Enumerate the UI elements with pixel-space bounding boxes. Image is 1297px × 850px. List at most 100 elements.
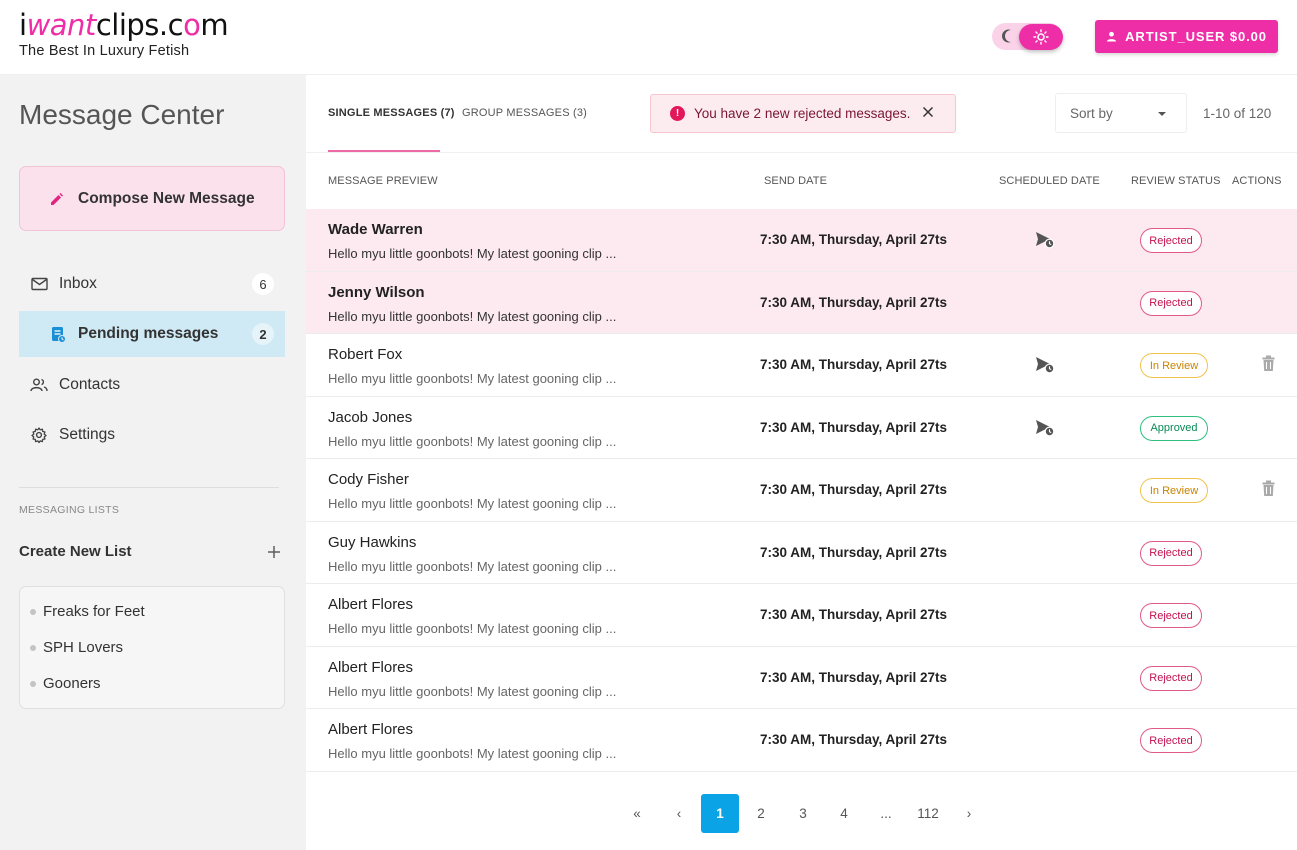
trash-icon[interactable] [1262, 480, 1275, 497]
close-icon[interactable] [920, 104, 936, 120]
sidebar-item-label: Settings [59, 426, 116, 443]
divider [306, 152, 1297, 153]
user-account-button[interactable]: ARTIST_USER $0.00 [1095, 20, 1278, 53]
site-logo[interactable]: iwantclips.com [19, 8, 229, 42]
recipient-name: Cody Fisher [328, 471, 409, 488]
trash-icon[interactable] [1262, 355, 1275, 372]
add-list-button[interactable] [267, 544, 281, 562]
sidebar: Message Center Compose New Message Inbox… [0, 75, 306, 850]
page-button[interactable]: 4 [825, 794, 863, 833]
recipient-name: Albert Flores [328, 596, 414, 613]
table-row[interactable]: Jenny Wilson Hello myu little goonbots! M… [306, 271, 1297, 334]
page-ellipsis: ... [880, 806, 892, 821]
message-preview: Hello myu little goonbots! My latest goo… [328, 246, 617, 261]
page-button[interactable]: 2 [742, 794, 780, 833]
info-icon: ! [670, 106, 685, 121]
list-item[interactable]: Gooners [30, 675, 101, 692]
sidebar-item-label: Contacts [59, 376, 121, 393]
recipient-name: Jenny Wilson [328, 283, 425, 301]
status-badge: In Review [1140, 353, 1208, 378]
rejected-alert: ! You have 2 new rejected messages. [650, 94, 956, 133]
sort-by-select[interactable]: Sort by [1055, 93, 1187, 133]
message-preview: Hello myu little goonbots! My latest goo… [328, 371, 617, 386]
theme-toggle-knob[interactable] [1019, 24, 1063, 50]
status-badge: Rejected [1140, 728, 1202, 753]
send-date: 7:30 AM, Thursday, April 27ts [760, 669, 948, 685]
sidebar-divider [19, 487, 279, 488]
column-header-preview: MESSAGE PREVIEW [328, 175, 438, 187]
chevron-down-icon [1158, 112, 1166, 116]
page-button[interactable]: 112 [909, 794, 947, 833]
user-icon [1107, 31, 1117, 42]
bullet-icon [30, 608, 36, 615]
prev-page-button[interactable]: ‹ [660, 794, 698, 833]
recipient-name: Robert Fox [328, 346, 403, 363]
plus-icon [268, 546, 280, 558]
table-row[interactable]: Cody Fisher Hello myu little goonbots! My… [306, 459, 1297, 522]
theme-toggle[interactable] [992, 23, 1063, 50]
column-header-actions: ACTIONS [1232, 175, 1282, 187]
send-date: 7:30 AM, Thursday, April 27ts [760, 544, 948, 560]
send-date: 7:30 AM, Thursday, April 27ts [760, 357, 948, 372]
list-item[interactable]: Freaks for Feet [30, 603, 145, 620]
message-preview: Hello myu little goonbots! My latest goo… [328, 433, 617, 449]
compose-new-message-button[interactable]: Compose New Message [19, 166, 285, 231]
page-button[interactable]: 1 [701, 794, 739, 833]
bullet-icon [30, 680, 36, 687]
create-new-list-label[interactable]: Create New List [19, 543, 132, 560]
messaging-lists: Freaks for Feet SPH Lovers Gooners [19, 586, 285, 709]
tab-single-messages[interactable]: SINGLE MESSAGES (7) [328, 107, 455, 119]
status-badge: In Review [1140, 478, 1208, 503]
message-preview: Hello myu little goonbots! My latest goo… [328, 683, 617, 699]
page-button[interactable]: 3 [784, 794, 822, 833]
scheduled-send-icon [1035, 419, 1055, 437]
status-badge: Rejected [1140, 540, 1202, 566]
table-row[interactable]: Guy Hawkins Hello myu little goonbots! My… [306, 522, 1297, 584]
table-row[interactable]: Albert Flores Hello myu little goonbots! … [306, 709, 1297, 772]
sidebar-item-contacts[interactable]: Contacts [19, 362, 285, 408]
status-badge: Rejected [1140, 228, 1202, 253]
table-row[interactable]: Wade Warren Hello myu little goonbots! My… [306, 209, 1297, 272]
recipient-name: Jacob Jones [328, 408, 413, 426]
recipient-name: Guy Hawkins [328, 533, 417, 551]
table-row[interactable]: Albert Flores Hello myu little goonbots! … [306, 647, 1297, 709]
send-date: 7:30 AM, Thursday, April 27ts [760, 732, 948, 747]
scheduled-send-icon [1035, 356, 1055, 374]
sidebar-item-settings[interactable]: Settings [19, 412, 285, 458]
compose-label: Compose New Message [78, 189, 255, 207]
site-tagline: The Best In Luxury Fetish [19, 43, 190, 59]
pending-count-badge: 2 [252, 323, 274, 345]
scheduled-send-icon [1035, 231, 1055, 249]
send-date: 7:30 AM, Thursday, April 27ts [760, 482, 948, 497]
inbox-count-badge: 6 [252, 273, 274, 295]
message-preview: Hello myu little goonbots! My latest goo… [328, 558, 617, 574]
sidebar-item-label: Inbox [59, 275, 97, 292]
sidebar-item-label: Pending messages [78, 325, 219, 342]
table-row[interactable]: Robert Fox Hello myu little goonbots! My … [306, 334, 1297, 397]
pending-icon [49, 325, 67, 343]
tab-group-messages[interactable]: GROUP MESSAGES (3) [462, 107, 587, 119]
mail-icon [30, 275, 48, 293]
sidebar-item-pending-messages[interactable]: Pending messages 2 [19, 311, 285, 357]
messages-table: Wade Warren Hello myu little goonbots! My… [306, 209, 1297, 772]
recipient-name: Wade Warren [328, 221, 423, 238]
next-page-button[interactable]: › [950, 794, 988, 833]
sun-icon [1033, 29, 1049, 45]
recipient-name: Albert Flores [328, 658, 414, 676]
message-preview: Hello myu little goonbots! My latest goo… [328, 308, 617, 324]
alert-text: You have 2 new rejected messages. [694, 106, 911, 121]
list-item[interactable]: SPH Lovers [30, 639, 123, 656]
table-row[interactable]: Jacob Jones Hello myu little goonbots! My… [306, 397, 1297, 459]
first-page-button[interactable]: « [618, 794, 656, 833]
column-header-send-date: SEND DATE [764, 175, 828, 187]
status-badge: Rejected [1140, 290, 1202, 316]
sidebar-item-inbox[interactable]: Inbox 6 [19, 261, 285, 307]
recipient-name: Albert Flores [328, 721, 414, 738]
status-badge: Rejected [1140, 665, 1202, 691]
column-header-scheduled-date: SCHEDULED DATE [999, 175, 1100, 187]
page-title: Message Center [19, 99, 225, 130]
send-date: 7:30 AM, Thursday, April 27ts [760, 419, 948, 435]
table-row[interactable]: Albert Flores Hello myu little goonbots! … [306, 584, 1297, 647]
user-account-label: ARTIST_USER $0.00 [1125, 29, 1267, 44]
send-date: 7:30 AM, Thursday, April 27ts [760, 232, 948, 247]
